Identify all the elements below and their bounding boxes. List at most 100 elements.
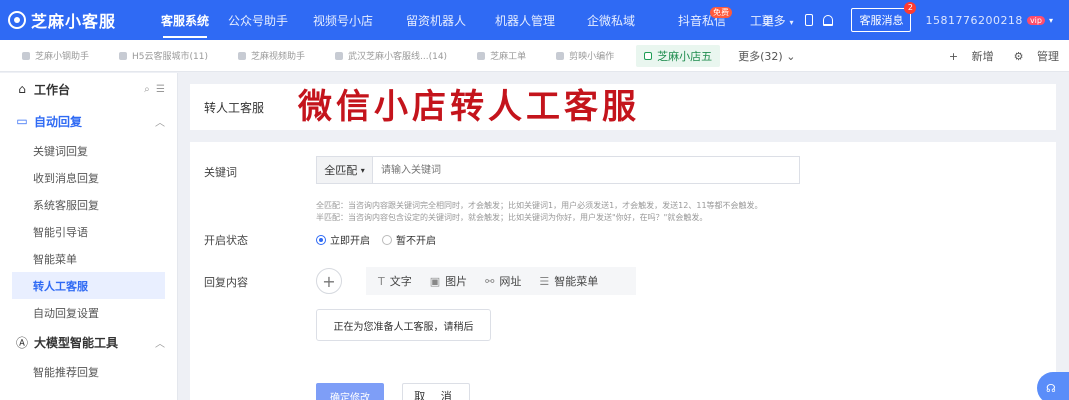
manage-shops-button[interactable]: ⚙ 管理 bbox=[1004, 48, 1059, 64]
radio-unchecked[interactable] bbox=[382, 234, 392, 245]
nav-item-douyin-dm[interactable]: 抖音私信 免费 bbox=[654, 0, 750, 40]
sidebar-item-guide[interactable]: 智能引导语 bbox=[0, 218, 177, 245]
link-icon: ⚯ bbox=[485, 274, 495, 288]
reply-type-bar: T 文字 ▣ 图片 ⚯ 网址 ☰ 智能菜单 bbox=[366, 267, 636, 295]
status-disable-option[interactable]: 暂不开启 bbox=[382, 232, 436, 247]
nav-item-video-shop[interactable]: 视频号小店 bbox=[296, 0, 390, 40]
brand-name: 芝麻小客服 bbox=[31, 12, 117, 31]
nav-item-lead-bot[interactable]: 留资机器人 bbox=[390, 0, 482, 40]
sidebar-item-label: 智能菜单 bbox=[33, 252, 77, 266]
top-right-tools: 更多 ▾ 客服消息 2 1581776200218 vip ▾ bbox=[762, 0, 1069, 40]
title-card: 转人工客服 微信小店转人工客服 bbox=[190, 84, 1056, 130]
chat-icon: ▭ bbox=[16, 114, 28, 128]
status-enable-option[interactable]: 立即开启 bbox=[316, 232, 370, 247]
add-reply-button[interactable]: + bbox=[316, 268, 342, 294]
page-title: 转人工客服 bbox=[204, 100, 265, 115]
nav-label: 机器人管理 bbox=[494, 13, 555, 28]
shop-icon bbox=[119, 51, 128, 60]
reply-type-label: 智能菜单 bbox=[554, 275, 599, 288]
shop-tab-label: H5云客服城市(11) bbox=[132, 52, 208, 62]
nav-item-wecom-private[interactable]: 企微私域 bbox=[568, 0, 654, 40]
reply-type-link[interactable]: ⚯ 网址 bbox=[485, 273, 521, 289]
reply-type-image[interactable]: ▣ 图片 bbox=[430, 273, 467, 289]
match-mode-select[interactable]: 全匹配 ▾ bbox=[316, 156, 372, 184]
text-icon: T bbox=[378, 274, 385, 288]
sidebar-item-smart-menu[interactable]: 智能菜单 bbox=[0, 245, 177, 272]
logo-icon bbox=[8, 11, 26, 29]
sidebar-group-auto-reply[interactable]: ▭ 自动回复 ︿ bbox=[0, 105, 177, 137]
floating-help-button[interactable]: ☊ bbox=[1037, 372, 1069, 400]
search-icon[interactable]: ⌕ bbox=[144, 84, 150, 95]
user-id[interactable]: 1581776200218 bbox=[925, 14, 1022, 27]
shop-tab[interactable]: H5云客服城市(11) bbox=[111, 45, 216, 67]
sidebar-workbench-label: 工作台 bbox=[34, 82, 71, 97]
nav-label: 企微私域 bbox=[586, 13, 635, 28]
shop-tab[interactable]: 芝麻工单 bbox=[469, 45, 534, 67]
sidebar-item-keyword-reply[interactable]: 关键词回复 bbox=[0, 137, 177, 164]
sidebar-group-llm-tools[interactable]: Ⓐ 大模型智能工具 ︿ bbox=[0, 326, 177, 358]
plus-icon: + bbox=[948, 50, 959, 63]
add-shop-button[interactable]: + 新增 bbox=[939, 48, 994, 64]
list-icon[interactable]: ☰ bbox=[156, 84, 165, 95]
confirm-label: 确定修改 bbox=[330, 392, 370, 400]
status-option-label: 立即开启 bbox=[330, 236, 370, 247]
sidebar-item-auto-reply-settings[interactable]: 自动回复设置 bbox=[0, 299, 177, 326]
more-shops-dropdown[interactable]: 更多(32) ⌄ bbox=[738, 48, 795, 64]
sidebar-item-label: 收到消息回复 bbox=[33, 171, 99, 185]
bell-icon[interactable] bbox=[823, 14, 834, 26]
cancel-button[interactable]: 取 消 bbox=[402, 383, 470, 400]
kefu-message-button[interactable]: 客服消息 2 bbox=[851, 2, 917, 32]
more-nav-dropdown[interactable]: 更多 ▾ bbox=[762, 12, 794, 29]
shop-tabs-bar: 芝麻小钢助手 H5云客服城市(11) 芝麻视频助手 武汉芝麻小客服线...(14… bbox=[0, 40, 1069, 72]
shop-tab[interactable]: 武汉芝麻小客服线...(14) bbox=[327, 45, 455, 67]
brand-logo[interactable]: 芝麻小客服 bbox=[0, 8, 150, 32]
sidebar-group-label: 大模型智能工具 bbox=[34, 335, 119, 350]
shop-tab-label: 武汉芝麻小客服线...(14) bbox=[348, 52, 448, 62]
sidebar-item-smart-recommend[interactable]: 智能推荐回复 bbox=[0, 358, 177, 385]
reply-type-menu[interactable]: ☰ 智能菜单 bbox=[539, 273, 598, 289]
nav-item-bot-management[interactable]: 机器人管理 bbox=[482, 0, 568, 40]
sidebar-workbench[interactable]: ⌂ 工作台 ⌕ ☰ bbox=[0, 73, 177, 105]
shop-tab[interactable]: 芝麻视频助手 bbox=[230, 45, 313, 67]
nav-label: 留资机器人 bbox=[405, 13, 466, 28]
reply-type-label: 网址 bbox=[499, 275, 522, 288]
radio-checked[interactable] bbox=[316, 234, 326, 245]
free-badge: 免费 bbox=[710, 7, 732, 18]
headset-icon: ☊ bbox=[1046, 381, 1056, 395]
user-menu-caret-icon[interactable]: ▾ bbox=[1049, 16, 1053, 25]
keyword-label: 关键词 bbox=[204, 166, 237, 179]
sidebar-item-label: 系统客服回复 bbox=[33, 198, 99, 212]
sidebar-item-message-reply[interactable]: 收到消息回复 bbox=[0, 164, 177, 191]
status-radio-group: 立即开启 暂不开启 bbox=[316, 232, 448, 247]
sidebar-item-human-agent[interactable]: 转人工客服 bbox=[12, 272, 165, 299]
plus-icon: + bbox=[322, 271, 336, 291]
status-label: 开启状态 bbox=[204, 234, 248, 247]
nav-item-official-account[interactable]: 公众号助手 bbox=[220, 0, 296, 40]
reply-content-box[interactable]: 正在为您准备人工客服，请稍后 bbox=[316, 309, 491, 341]
main-content: 转人工客服 微信小店转人工客服 关键词 全匹配 ▾ 全匹配：当咨询内容跟关键词完… bbox=[190, 84, 1056, 400]
sidebar-item-system-reply[interactable]: 系统客服回复 bbox=[0, 191, 177, 218]
tab-actions: + 新增 ⚙ 管理 bbox=[929, 40, 1059, 72]
vip-badge: vip bbox=[1026, 15, 1045, 25]
add-shop-label: 新增 bbox=[971, 50, 994, 63]
shop-tab-label: 剪映小编作 bbox=[569, 52, 615, 62]
shop-tab[interactable]: 剪映小编作 bbox=[548, 45, 622, 67]
phone-icon[interactable] bbox=[805, 14, 814, 26]
kefu-message-label: 客服消息 bbox=[859, 14, 904, 27]
reply-type-text[interactable]: T 文字 bbox=[378, 273, 412, 289]
shop-tab-label: 芝麻小店五 bbox=[657, 49, 713, 63]
menu-icon: ☰ bbox=[539, 274, 550, 288]
confirm-button[interactable]: 确定修改 bbox=[316, 383, 384, 400]
sidebar: ⌂ 工作台 ⌕ ☰ ▭ 自动回复 ︿ 关键词回复 收到消息回复 系统客服回复 智… bbox=[0, 73, 178, 400]
shop-tab-active[interactable]: 芝麻小店五 bbox=[636, 44, 721, 67]
sidebar-item-label: 智能引导语 bbox=[33, 225, 88, 239]
keyword-input[interactable] bbox=[372, 156, 800, 184]
form-card: 关键词 全匹配 ▾ 全匹配：当咨询内容跟关键词完全相同时，才会触发；比如关键词1… bbox=[190, 142, 1056, 400]
chevron-down-icon: ⌄ bbox=[786, 49, 796, 63]
shop-tab[interactable]: 芝麻小钢助手 bbox=[14, 45, 97, 67]
chevron-up-icon: ︿ bbox=[155, 338, 165, 350]
reply-content-text: 正在为您准备人工客服，请稍后 bbox=[333, 321, 474, 333]
nav-label: 视频号小店 bbox=[312, 13, 373, 28]
nav-item-kefu-system[interactable]: 客服系统 bbox=[150, 0, 220, 40]
shop-icon bbox=[556, 51, 565, 60]
